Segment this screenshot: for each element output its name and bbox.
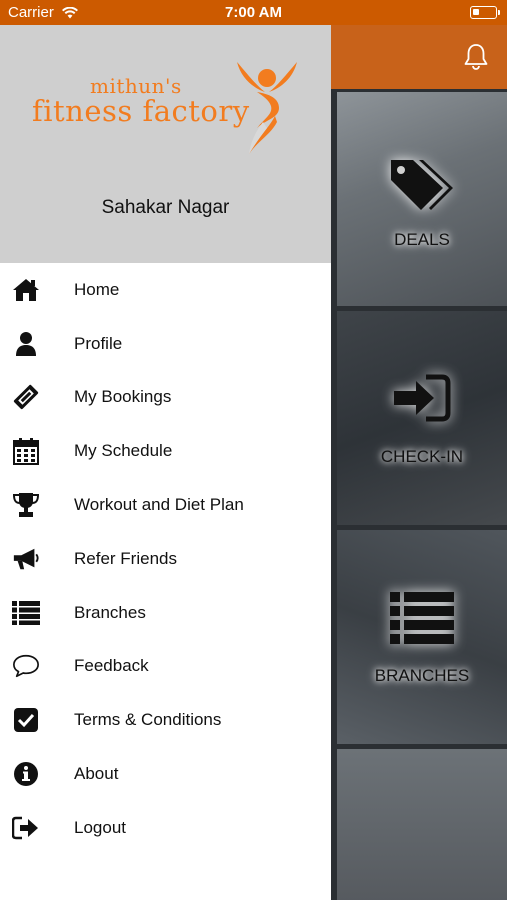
navigation-drawer: mithun's fitness factory Sahakar Nagar H… bbox=[0, 25, 331, 900]
home-icon bbox=[12, 276, 40, 304]
user-icon bbox=[12, 330, 40, 358]
battery-level bbox=[473, 9, 479, 15]
branches-tile[interactable]: BRANCHES bbox=[337, 530, 507, 744]
menu-item-home[interactable]: Home bbox=[0, 263, 331, 317]
logo-line2: fitness factory bbox=[32, 94, 250, 128]
speech-bubble-icon bbox=[12, 652, 40, 680]
menu-item-label: Profile bbox=[74, 333, 123, 353]
location-label: Sahakar Nagar bbox=[101, 197, 230, 218]
list-icon bbox=[337, 592, 507, 644]
menu-item-label: About bbox=[74, 764, 119, 784]
menu-item-label: Logout bbox=[74, 817, 126, 837]
menu-item-workout-diet-plan[interactable]: Workout and Diet Plan bbox=[0, 478, 331, 532]
sign-in-icon bbox=[337, 373, 507, 423]
deals-tile[interactable]: DEALS bbox=[337, 92, 507, 306]
drawer-header: mithun's fitness factory Sahakar Nagar bbox=[0, 25, 331, 263]
menu-item-feedback[interactable]: Feedback bbox=[0, 640, 331, 694]
menu-item-label: Workout and Diet Plan bbox=[74, 495, 244, 515]
check-in-tile[interactable]: CHECK-IN bbox=[337, 311, 507, 525]
menu-item-label: My Schedule bbox=[74, 441, 173, 461]
menu-item-terms-conditions[interactable]: Terms & Conditions bbox=[0, 693, 331, 747]
menu-item-label: Branches bbox=[74, 602, 146, 622]
deals-label: DEALS bbox=[394, 230, 450, 249]
menu-item-label: Feedback bbox=[74, 656, 149, 676]
menu-item-label: Home bbox=[74, 279, 120, 299]
brand-logo: mithun's fitness factory bbox=[30, 58, 300, 158]
checkbox-icon bbox=[12, 706, 40, 734]
menu-item-logout[interactable]: Logout bbox=[0, 801, 331, 855]
menu-item-label: Refer Friends bbox=[74, 548, 177, 568]
calendar-icon bbox=[12, 437, 40, 466]
main-header bbox=[331, 25, 507, 89]
info-icon bbox=[12, 760, 40, 788]
tile-partial bbox=[337, 749, 507, 900]
check-in-label: CHECK-IN bbox=[380, 447, 464, 466]
list-icon bbox=[12, 599, 40, 627]
megaphone-icon bbox=[12, 545, 40, 573]
menu-item-my-schedule[interactable]: My Schedule bbox=[0, 424, 331, 478]
ticket-icon bbox=[12, 383, 40, 411]
menu-item-about[interactable]: About bbox=[0, 747, 331, 801]
trophy-icon bbox=[12, 491, 40, 519]
logo-figure-icon bbox=[237, 62, 297, 154]
menu-item-refer-friends[interactable]: Refer Friends bbox=[0, 532, 331, 586]
main-content: DEALS CHECK-IN BRANCHES bbox=[331, 89, 507, 900]
logout-icon bbox=[12, 814, 40, 842]
branches-label: BRANCHES bbox=[374, 666, 470, 685]
menu-item-label: My Bookings bbox=[74, 387, 172, 407]
status-bar: Carrier 7:00 AM bbox=[0, 0, 507, 25]
menu-item-branches[interactable]: Branches bbox=[0, 586, 331, 640]
bell-icon[interactable] bbox=[463, 43, 489, 76]
tags-icon bbox=[337, 154, 507, 214]
clock: 7:00 AM bbox=[225, 4, 282, 21]
menu-item-label: Terms & Conditions bbox=[74, 710, 222, 730]
menu-item-my-bookings[interactable]: My Bookings bbox=[0, 371, 331, 425]
battery-icon bbox=[470, 6, 500, 19]
menu-item-profile[interactable]: Profile bbox=[0, 317, 331, 371]
drawer-menu: Home Profile My Bookings My Schedule Wor… bbox=[0, 263, 331, 855]
